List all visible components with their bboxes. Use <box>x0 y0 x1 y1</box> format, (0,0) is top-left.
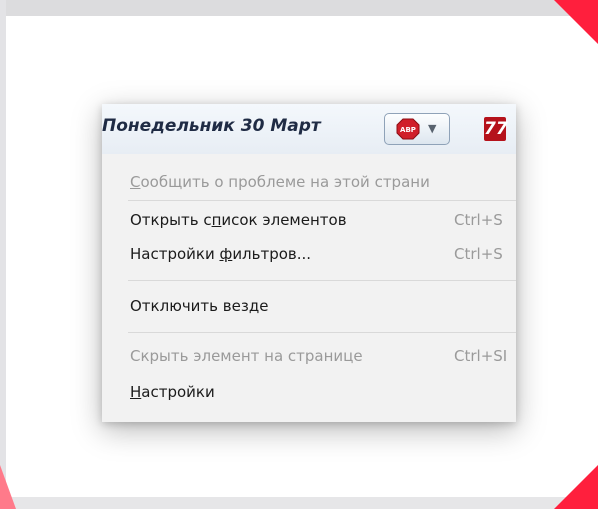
menu-item-filter-prefs[interactable]: Настройки фильтров... Ctrl+S <box>130 242 516 268</box>
page-left-strip <box>0 0 6 509</box>
extension-icon[interactable]: 77 <box>484 117 508 141</box>
menu-item-label: Открыть список элементов <box>130 211 347 229</box>
abp-icon: ABP <box>396 118 420 140</box>
menu-item-label: Скрыть элемент на странице <box>130 347 363 365</box>
menu-item-settings[interactable]: Настройки <box>130 380 516 406</box>
chevron-down-icon[interactable]: ▼ <box>428 122 436 135</box>
page-top-bar <box>0 0 598 16</box>
menu-item-disable-everywhere[interactable]: Отключить везде <box>130 294 516 320</box>
browser-toolbar: Понедельник 30 Март ABP ▼ 77 <box>102 104 516 155</box>
menu-item-hide-element[interactable]: Скрыть элемент на странице Ctrl+SI <box>130 344 516 370</box>
page-bottom-bar <box>0 497 598 509</box>
watermark-corner-top-right <box>554 0 598 44</box>
watermark-corner-bottom-right <box>554 465 598 509</box>
abp-dropdown-menu: Сообщить о проблеме на этой страни Открыт… <box>102 154 516 422</box>
menu-item-label: Настройки фильтров... <box>130 245 312 263</box>
menu-item-open-blockable[interactable]: Открыть список элементов Ctrl+S <box>130 208 516 234</box>
menu-item-report-issue[interactable]: Сообщить о проблеме на этой страни <box>130 170 516 196</box>
menu-item-label: Отключить везде <box>130 297 269 315</box>
menu-separator <box>128 200 516 201</box>
adblock-plus-button[interactable]: ABP ▼ <box>384 113 450 145</box>
date-label: Понедельник 30 Март <box>102 116 321 136</box>
menu-item-label: Настройки <box>130 383 215 401</box>
menu-item-shortcut: Ctrl+SI <box>454 347 508 365</box>
menu-separator <box>128 332 516 333</box>
svg-text:ABP: ABP <box>400 126 416 134</box>
menu-item-shortcut: Ctrl+S <box>454 245 503 263</box>
menu-item-label: Сообщить о проблеме на этой страни <box>130 173 430 191</box>
watermark-corner-bottom-left <box>0 465 16 509</box>
menu-separator <box>128 280 516 281</box>
menu-item-shortcut: Ctrl+S <box>454 211 503 229</box>
